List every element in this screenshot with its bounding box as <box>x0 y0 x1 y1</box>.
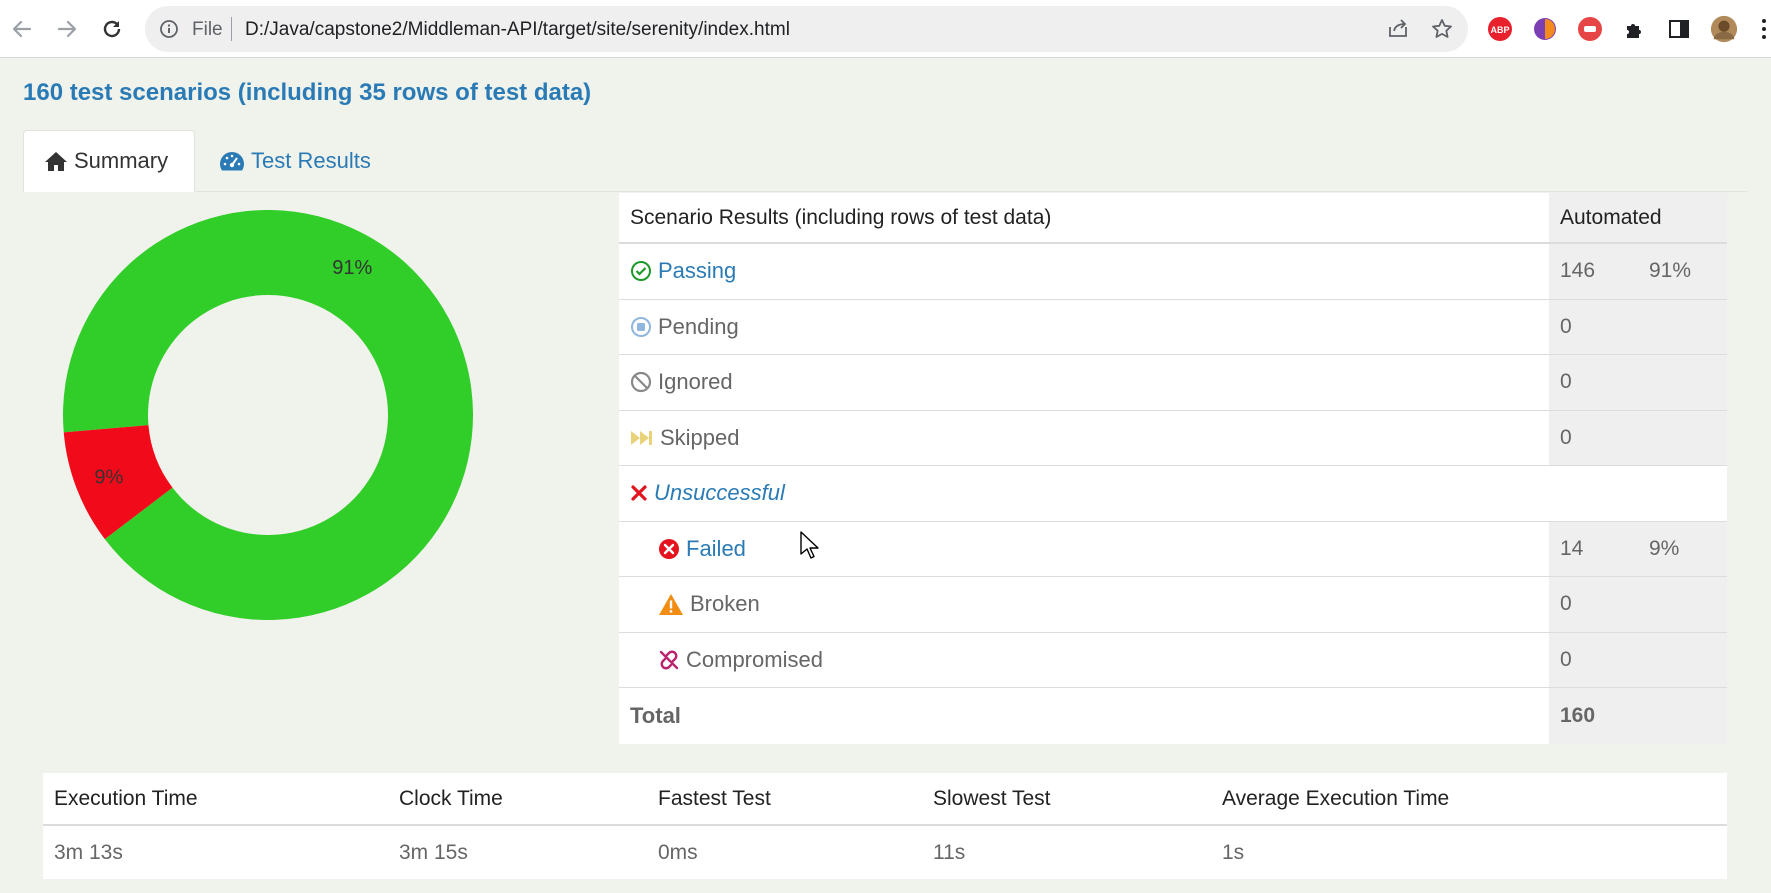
passing-count: 146 <box>1560 259 1596 283</box>
average-execution-time-header: Average Execution Time <box>1222 786 1450 810</box>
slowest-test-value: 11s <box>933 840 966 864</box>
execution-time-header: Execution Time <box>54 786 198 810</box>
automated-column-bg <box>1549 299 1727 354</box>
reload-icon[interactable] <box>94 11 130 47</box>
address-bar[interactable]: File D:/Java/capstone2/Middleman-API/tar… <box>145 6 1468 52</box>
donut-slice-passing <box>63 210 473 620</box>
browser-toolbar: File D:/Java/capstone2/Middleman-API/tar… <box>0 0 1771 58</box>
donut-label-passing: 91% <box>332 257 372 279</box>
extension-icon[interactable] <box>1531 15 1559 43</box>
timing-value-row: 3m 13s 3m 15s 0ms 11s 1s <box>43 826 1727 879</box>
omnibox-divider <box>231 17 232 41</box>
result-row-compromised: Compromised 0 <box>619 632 1727 688</box>
ignored-label: Ignored <box>658 369 733 395</box>
broken-link-icon <box>659 650 679 670</box>
warning-icon <box>659 593 683 615</box>
result-label-broken: Broken <box>658 577 760 632</box>
result-label-pending: Pending <box>630 300 739 355</box>
result-row-passing: Passing 146 91% <box>619 244 1727 300</box>
profile-avatar[interactable] <box>1710 15 1738 43</box>
share-icon[interactable] <box>1386 17 1410 41</box>
tab-test-results[interactable]: Test Results <box>219 130 371 192</box>
broken-count: 0 <box>1560 592 1572 616</box>
home-icon <box>45 152 67 171</box>
results-donut-chart: 91% 9% <box>60 207 476 623</box>
tab-summary-label: Summary <box>74 148 169 173</box>
unsuccessful-link[interactable]: Unsuccessful <box>654 480 785 506</box>
scenario-results-table: Scenario Results (including rows of test… <box>619 193 1727 744</box>
side-panel-icon[interactable] <box>1665 15 1693 43</box>
broken-label: Broken <box>690 591 760 617</box>
check-circle-icon <box>631 261 651 282</box>
dashboard-icon <box>220 152 244 171</box>
fast-forward-icon <box>631 430 652 445</box>
info-icon[interactable] <box>159 19 179 39</box>
failed-percent: 9% <box>1649 536 1680 560</box>
failed-count: 14 <box>1560 536 1584 560</box>
fastest-test-value: 0ms <box>658 840 698 864</box>
tab-summary[interactable]: Summary <box>23 130 195 192</box>
result-row-failed: Failed 14 9% <box>619 521 1727 577</box>
menu-icon[interactable] <box>1762 18 1766 40</box>
fastest-test-header: Fastest Test <box>658 786 771 810</box>
total-count: 160 <box>1560 703 1596 727</box>
clock-time-header: Clock Time <box>399 786 503 810</box>
passing-link[interactable]: Passing <box>658 258 736 284</box>
result-row-pending: Pending 0 <box>619 299 1727 355</box>
forward-arrow-icon[interactable] <box>49 11 85 47</box>
results-header-label: Scenario Results (including rows of test… <box>630 205 1052 229</box>
automated-header: Automated <box>1560 205 1662 229</box>
back-arrow-icon[interactable] <box>4 11 40 47</box>
automated-column-bg <box>1549 577 1727 632</box>
svg-text:ABP: ABP <box>1490 25 1509 35</box>
result-row-skipped: Skipped 0 <box>619 410 1727 466</box>
result-label-failed[interactable]: Failed <box>658 522 746 577</box>
slowest-test-header: Slowest Test <box>933 786 1051 810</box>
result-label-compromised: Compromised <box>658 633 823 688</box>
page-title: 160 test scenarios (including 35 rows of… <box>23 79 592 106</box>
clock-time-value: 3m 15s <box>399 840 468 864</box>
failed-link[interactable]: Failed <box>686 536 746 562</box>
donut-chart-svg: 91% 9% <box>63 210 473 620</box>
automated-column-bg <box>1549 632 1727 687</box>
total-label: Total <box>630 702 681 728</box>
adblock-extension-icon[interactable]: ABP <box>1486 15 1514 43</box>
execution-time-value: 3m 13s <box>54 840 123 864</box>
report-tabs: Summary Test Results <box>23 130 1747 192</box>
omnibox-scheme: File <box>192 19 223 40</box>
result-row-total: Total 160 <box>619 688 1727 744</box>
url-text[interactable]: D:/Java/capstone2/Middleman-API/target/s… <box>245 19 790 41</box>
results-header-row: Scenario Results (including rows of test… <box>619 193 1727 244</box>
result-label-passing[interactable]: Passing <box>630 244 736 299</box>
puzzle-icon[interactable] <box>1621 15 1649 43</box>
result-row-ignored: Ignored 0 <box>619 355 1727 411</box>
compromised-count: 0 <box>1560 647 1572 671</box>
extension-icon[interactable] <box>1576 15 1604 43</box>
timing-header-row: Execution Time Clock Time Fastest Test S… <box>43 773 1727 826</box>
star-icon[interactable] <box>1430 17 1454 41</box>
result-label-ignored: Ignored <box>630 355 733 410</box>
passing-percent: 91% <box>1649 259 1692 283</box>
x-icon <box>631 485 647 501</box>
result-row-broken: Broken 0 <box>619 577 1727 633</box>
pending-label: Pending <box>658 313 739 339</box>
x-circle-icon <box>659 538 679 559</box>
result-row-unsuccessful: Unsuccessful <box>619 466 1727 522</box>
automated-column-bg <box>1549 355 1727 410</box>
ignored-count: 0 <box>1560 370 1572 394</box>
compromised-label: Compromised <box>686 646 823 672</box>
donut-label-failed: 9% <box>94 466 123 488</box>
tab-test-results-label: Test Results <box>251 148 371 173</box>
mouse-cursor <box>800 531 820 564</box>
pending-circle-icon <box>631 316 651 337</box>
skipped-count: 0 <box>1560 425 1572 449</box>
pending-count: 0 <box>1560 314 1572 338</box>
timing-table: Execution Time Clock Time Fastest Test S… <box>43 773 1727 879</box>
ban-icon <box>630 372 652 393</box>
automated-column-bg <box>1549 410 1727 465</box>
result-label-unsuccessful[interactable]: Unsuccessful <box>630 466 785 521</box>
skipped-label: Skipped <box>660 424 740 450</box>
result-label-skipped: Skipped <box>630 411 740 466</box>
average-execution-time-value: 1s <box>1222 840 1245 864</box>
